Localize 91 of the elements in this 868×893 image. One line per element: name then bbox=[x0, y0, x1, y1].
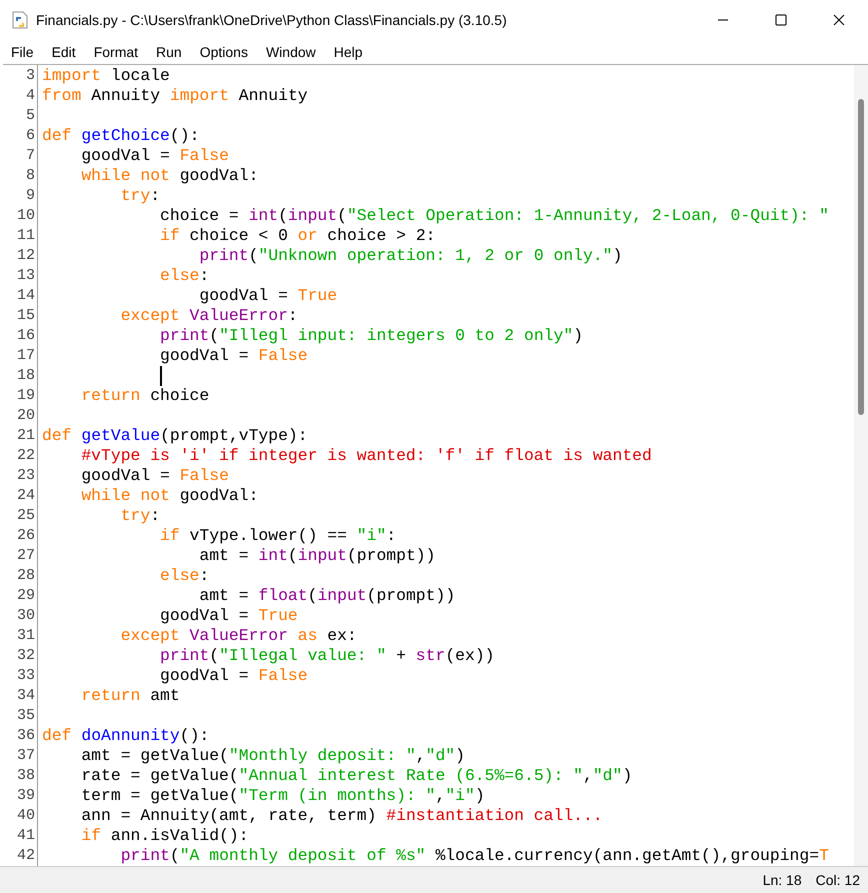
code-line: from Annuity import Annuity bbox=[42, 86, 308, 106]
line-number: 8 bbox=[24, 166, 36, 186]
line-number: 3 bbox=[24, 66, 36, 86]
line-number: 25 bbox=[16, 506, 36, 526]
line-number: 24 bbox=[16, 486, 36, 506]
code-line: choice = int(input("Select Operation: 1-Annunity, 2-Loan, 0-Quit): " bbox=[160, 206, 829, 226]
code-line: ann = Annuity(amt, rate, term) #instantiation call... bbox=[81, 806, 603, 826]
line-number: 26 bbox=[16, 526, 36, 546]
code-line: goodVal = False bbox=[160, 666, 308, 686]
line-number: 20 bbox=[16, 406, 36, 426]
line-indicator: Ln: 18 bbox=[762, 872, 802, 888]
line-number: 36 bbox=[16, 726, 36, 746]
code-line: if choice < 0 or choice > 2: bbox=[160, 226, 436, 246]
line-number: 18 bbox=[16, 366, 36, 386]
line-number: 28 bbox=[16, 566, 36, 586]
line-number: 42 bbox=[16, 846, 36, 866]
line-number: 10 bbox=[16, 206, 36, 226]
code-line: rate = getValue("Annual interest Rate (6.5%=6.5): ","d") bbox=[81, 766, 632, 786]
code-line: goodVal = False bbox=[81, 466, 229, 486]
line-number: 21 bbox=[16, 426, 36, 446]
code-line: #vType is 'i' if integer is wanted: 'f' if float is wanted bbox=[81, 446, 652, 466]
line-number: 15 bbox=[16, 306, 36, 326]
line-number: 16 bbox=[16, 326, 36, 346]
close-icon bbox=[833, 14, 845, 26]
code-line: goodVal = False bbox=[160, 346, 308, 366]
line-number: 14 bbox=[16, 286, 36, 306]
code-line: amt = int(input(prompt)) bbox=[199, 546, 436, 566]
window-title: Financials.py - C:\Users\frank\OneDrive\Python Class\Financials.py (3.10.5) bbox=[36, 12, 507, 28]
code-line: try: bbox=[120, 186, 160, 206]
code-line: except ValueError: bbox=[120, 306, 298, 326]
code-line: else: bbox=[160, 266, 210, 286]
code-line: try: bbox=[120, 506, 160, 526]
line-number: 22 bbox=[16, 446, 36, 466]
code-line: def getChoice(): bbox=[42, 126, 200, 146]
menu-item[interactable]: Edit bbox=[42, 42, 85, 62]
line-number: 37 bbox=[16, 746, 36, 766]
line-number: 19 bbox=[16, 386, 36, 406]
code-line: goodVal = True bbox=[199, 286, 338, 306]
menu-item[interactable]: Help bbox=[324, 42, 372, 62]
code-line: if ann.isValid(): bbox=[81, 826, 249, 846]
column-indicator: Col: 12 bbox=[816, 872, 860, 888]
code-line: while not goodVal: bbox=[81, 486, 258, 506]
line-number: 30 bbox=[16, 606, 36, 626]
code-line: return amt bbox=[81, 686, 180, 706]
line-number: 41 bbox=[16, 826, 36, 846]
code-line: if vType.lower() == "i": bbox=[160, 526, 396, 546]
code-line: print("A monthly deposit of %s" %locale.currency(ann.getAmt(),grouping=T bbox=[120, 846, 829, 866]
line-number: 12 bbox=[16, 246, 36, 266]
line-number: 6 bbox=[24, 126, 36, 146]
line-number: 38 bbox=[16, 766, 36, 786]
python-file-icon bbox=[12, 11, 28, 29]
code-line: def getValue(prompt,vType): bbox=[42, 426, 308, 446]
line-number: 35 bbox=[16, 706, 36, 726]
line-number: 7 bbox=[24, 146, 36, 166]
line-number: 33 bbox=[16, 666, 36, 686]
menu-item[interactable]: Options bbox=[190, 42, 257, 62]
line-number: 13 bbox=[16, 266, 36, 286]
code-line: amt = getValue("Monthly deposit: ","d") bbox=[81, 746, 465, 766]
line-number: 11 bbox=[16, 226, 36, 246]
menu-item[interactable]: Run bbox=[147, 42, 191, 62]
code-line: else: bbox=[160, 566, 210, 586]
scrollbar[interactable] bbox=[854, 65, 868, 866]
code-line: term = getValue("Term (in months): ","i") bbox=[81, 786, 485, 806]
menu-item[interactable]: Format bbox=[84, 42, 148, 62]
code-line: amt = float(input(prompt)) bbox=[199, 586, 456, 606]
code-line: print("Unknown operation: 1, 2 or 0 only.") bbox=[199, 246, 622, 266]
code-line: goodVal = True bbox=[160, 606, 298, 626]
line-number: 23 bbox=[16, 466, 36, 486]
line-number: 4 bbox=[24, 86, 36, 106]
code-line: return choice bbox=[81, 386, 210, 406]
code-line: print("Illegal value: " + str(ex)) bbox=[160, 646, 494, 666]
maximize-icon bbox=[775, 14, 787, 26]
code-line: except ValueError as ex: bbox=[120, 626, 357, 646]
line-number: 27 bbox=[16, 546, 36, 566]
line-number: 34 bbox=[16, 686, 36, 706]
line-number: 17 bbox=[16, 346, 36, 366]
menu-item[interactable]: Window bbox=[256, 42, 325, 62]
code-line: import locale bbox=[42, 66, 170, 86]
code-line: goodVal = False bbox=[81, 146, 229, 166]
code-line: while not goodVal: bbox=[81, 166, 258, 186]
line-number: 40 bbox=[16, 806, 36, 826]
menu-item[interactable]: File bbox=[2, 42, 43, 62]
scrollbar-thumb[interactable] bbox=[858, 99, 864, 415]
line-number: 29 bbox=[16, 586, 36, 606]
code-line: print("Illegl input: integers 0 to 2 only") bbox=[160, 326, 584, 346]
line-number: 9 bbox=[24, 186, 36, 206]
code-line: def doAnnunity(): bbox=[42, 726, 210, 746]
line-number: 31 bbox=[16, 626, 36, 646]
line-number: 32 bbox=[16, 646, 36, 666]
line-number: 39 bbox=[16, 786, 36, 806]
line-number: 5 bbox=[24, 106, 36, 126]
